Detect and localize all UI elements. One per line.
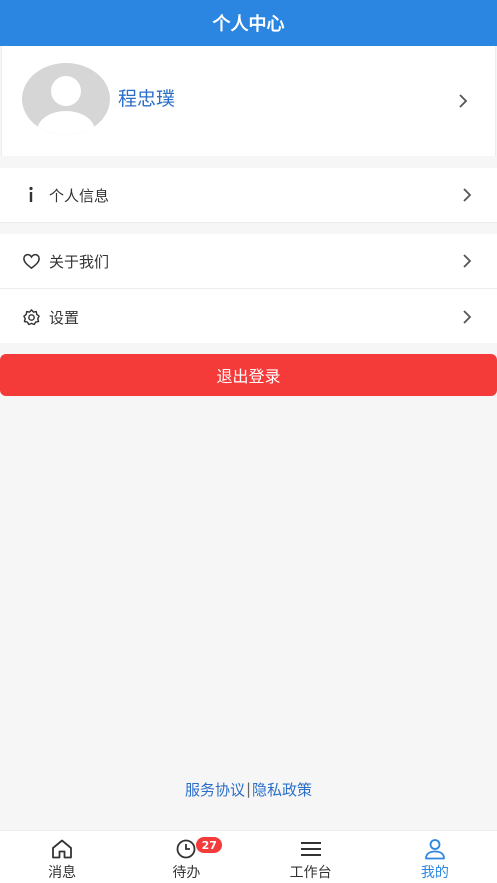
privacy-policy-link[interactable]: 隐私政策 [252, 779, 312, 800]
page-header: 个人中心 [0, 0, 497, 46]
clock-icon [174, 838, 198, 860]
profile-card[interactable]: 程忠璞 [1, 46, 496, 156]
tab-label: 待办 [172, 865, 201, 881]
info-icon [21, 185, 41, 205]
chevron-right-icon [458, 308, 476, 326]
menu-item-label: 设置 [49, 309, 80, 327]
menu-item-about-us[interactable]: 关于我们 [0, 234, 497, 288]
divider [0, 222, 497, 223]
profile-name: 程忠璞 [118, 88, 176, 110]
tab-label: 我的 [420, 865, 449, 881]
tab-messages[interactable]: 消息 [0, 831, 124, 883]
user-icon [423, 838, 447, 860]
gear-icon [21, 307, 41, 327]
tab-label: 工作台 [289, 865, 332, 881]
tab-label: 消息 [48, 865, 77, 881]
page-title: 个人中心 [212, 14, 285, 35]
app-root: 个人中心 程忠璞 个人信息 关于我们 设置 退出登录 服务协议 | 隐私政策 消… [0, 0, 497, 883]
chevron-right-icon [458, 252, 476, 270]
default-avatar-icon [37, 76, 95, 135]
menu-item-settings[interactable]: 设置 [0, 289, 497, 343]
chevron-right-icon [458, 186, 476, 204]
tab-todo[interactable]: 27 待办 [124, 831, 248, 883]
menu-icon [299, 838, 323, 860]
chevron-right-icon [454, 92, 472, 110]
menu-item-label: 个人信息 [49, 187, 110, 205]
footer-links: 服务协议 | 隐私政策 [0, 778, 497, 800]
menu-item-label: 关于我们 [49, 253, 110, 271]
bottom-tab-bar: 消息 27 待办 工作台 我的 [0, 830, 497, 883]
todo-count-badge: 27 [196, 837, 223, 853]
logout-button[interactable]: 退出登录 [0, 354, 497, 396]
link-separator: | [245, 780, 252, 798]
tab-mine[interactable]: 我的 [373, 831, 497, 883]
home-icon [50, 838, 74, 860]
avatar [22, 63, 110, 135]
service-agreement-link[interactable]: 服务协议 [185, 779, 245, 800]
heart-icon [21, 251, 41, 271]
tab-workbench[interactable]: 工作台 [249, 831, 373, 883]
menu-item-personal-info[interactable]: 个人信息 [0, 168, 497, 222]
